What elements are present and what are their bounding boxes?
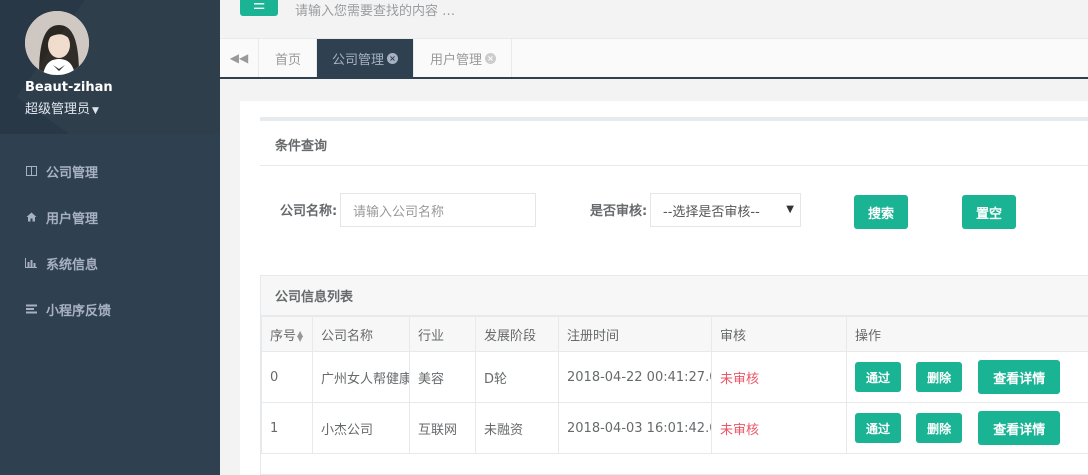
approve-button[interactable]: 通过 (855, 362, 901, 392)
table-row: 0 广州女人帮健康 美容 D轮 2018-04-22 00:41:27.0 未审… (261, 351, 1088, 403)
tab-users[interactable]: 用户管理 × (415, 39, 513, 77)
sidebar-item-users[interactable]: 用户管理 (0, 194, 220, 240)
sidebar-nav: 公司管理 用户管理 系统信息 小程序反馈 (0, 148, 220, 332)
column-header-registered: 注册时间 (558, 316, 712, 352)
cell-index: 0 (261, 351, 313, 403)
cell-company-name: 小杰公司 (312, 402, 410, 454)
close-icon[interactable]: × (485, 52, 497, 64)
tab-label: 用户管理 (430, 52, 483, 68)
sidebar-item-label: 用户管理 (46, 211, 99, 227)
audit-label: 是否审核: (590, 204, 648, 219)
sort-icon[interactable]: ▲ ▼ (297, 330, 303, 343)
column-header-actions: 操作 (846, 316, 1088, 352)
column-header-label: 序号 (270, 328, 297, 344)
cell-stage: D轮 (475, 351, 559, 403)
top-search-input[interactable]: 请输入您需要查找的内容 … (295, 0, 455, 19)
cell-index: 1 (261, 402, 313, 454)
cell-registered: 2018-04-03 16:01:42.0 (558, 402, 712, 454)
column-header-index[interactable]: 序号▲ ▼ (261, 316, 313, 352)
sidebar-item-system[interactable]: 系统信息 (0, 240, 220, 286)
company-list-panel: 公司信息列表 序号▲ ▼ 公司名称 行业 发展阶段 注册时间 审核 操作 0 广州… (260, 275, 1088, 475)
profile-role-label: 超级管理员 (25, 102, 91, 117)
approve-button[interactable]: 通过 (855, 413, 901, 443)
columns-icon (24, 166, 38, 176)
cell-stage: 未融资 (475, 402, 559, 454)
cell-actions: 通过 删除 查看详情 (846, 351, 1088, 403)
column-header-audit: 审核 (711, 316, 847, 352)
sidebar-item-feedback[interactable]: 小程序反馈 (0, 286, 220, 332)
cell-registered: 2018-04-22 00:41:27.0 (558, 351, 712, 403)
tab-home[interactable]: 首页 (260, 39, 318, 77)
list-icon (24, 304, 38, 314)
tab-bar: ◀◀ 首页 公司管理 × 用户管理 × (220, 39, 1088, 79)
list-title: 公司信息列表 (261, 276, 1088, 316)
bar-chart-icon (24, 258, 38, 268)
tab-scroll-left-button[interactable]: ◀◀ (220, 39, 259, 77)
query-panel: 条件查询 公司名称: 请输入公司名称 是否审核: --选择是否审核-- ▼ 搜索… (260, 117, 1088, 247)
delete-button[interactable]: 删除 (916, 362, 963, 392)
table-row: 1 小杰公司 互联网 未融资 2018-04-03 16:01:42.0 未审核… (261, 402, 1088, 454)
caret-down-icon: ▼ (92, 106, 99, 116)
column-header-stage: 发展阶段 (475, 316, 559, 352)
company-name-input[interactable]: 请输入公司名称 (340, 193, 536, 227)
cell-company-name: 广州女人帮健康 (312, 351, 410, 403)
audit-select[interactable]: --选择是否审核-- ▼ (650, 193, 801, 227)
avatar[interactable] (25, 11, 89, 75)
column-header-name: 公司名称 (312, 316, 410, 352)
sidebar-item-company[interactable]: 公司管理 (0, 148, 220, 194)
tab-label: 公司管理 (332, 52, 385, 68)
cell-industry: 美容 (409, 351, 476, 403)
cell-audit-status: 未审核 (711, 402, 847, 454)
caret-down-icon: ▼ (786, 204, 794, 215)
profile-name[interactable]: Beaut-zihan (25, 80, 113, 95)
top-bar: ☰ 请输入您需要查找的内容 … (220, 0, 1088, 39)
double-left-arrow-icon: ◀◀ (229, 51, 249, 65)
sidebar: Beaut-zihan 超级管理员 ▼ 公司管理 用户管理 系统信息 小程序反馈 (0, 0, 220, 475)
home-icon (24, 212, 38, 222)
menu-toggle-button[interactable]: ☰ (240, 0, 278, 16)
column-header-industry: 行业 (409, 316, 476, 352)
company-table: 序号▲ ▼ 公司名称 行业 发展阶段 注册时间 审核 操作 0 广州女人帮健康 美… (261, 316, 1088, 454)
reset-button[interactable]: 置空 (962, 195, 1016, 229)
close-icon[interactable]: × (387, 52, 399, 64)
profile-panel: Beaut-zihan 超级管理员 ▼ (0, 0, 220, 134)
query-title: 条件查询 (275, 139, 328, 154)
view-details-button[interactable]: 查看详情 (978, 360, 1061, 394)
search-button[interactable]: 搜索 (854, 195, 908, 229)
sidebar-item-label: 系统信息 (46, 257, 99, 273)
view-details-button[interactable]: 查看详情 (978, 411, 1061, 445)
divider (260, 165, 1088, 166)
hamburger-icon: ☰ (252, 0, 266, 13)
tab-label: 首页 (275, 52, 302, 68)
tab-company[interactable]: 公司管理 × (317, 39, 415, 77)
delete-button[interactable]: 删除 (916, 413, 963, 443)
table-header-row: 序号▲ ▼ 公司名称 行业 发展阶段 注册时间 审核 操作 (261, 316, 1088, 352)
profile-role-dropdown[interactable]: 超级管理员 ▼ (25, 98, 99, 117)
sidebar-item-label: 小程序反馈 (46, 303, 112, 319)
cell-actions: 通过 删除 查看详情 (846, 402, 1088, 454)
audit-select-value: --选择是否审核-- (663, 204, 760, 220)
sidebar-item-label: 公司管理 (46, 165, 99, 181)
cell-audit-status: 未审核 (711, 351, 847, 403)
company-name-label: 公司名称: (280, 204, 338, 219)
cell-industry: 互联网 (409, 402, 476, 454)
